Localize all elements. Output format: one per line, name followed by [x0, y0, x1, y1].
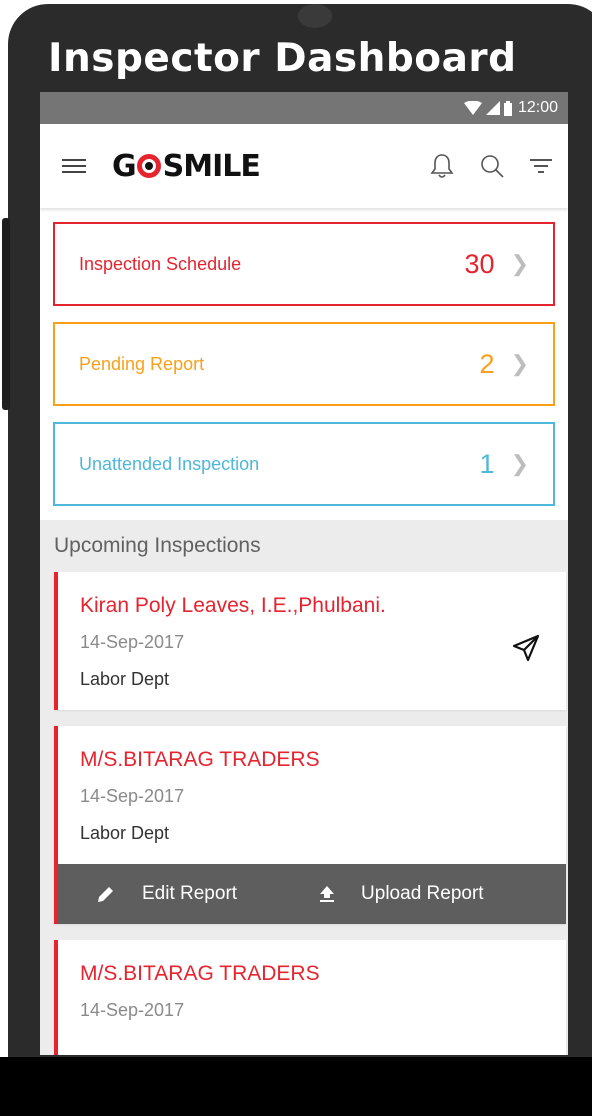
pending-report-card[interactable]: Pending Report 2 ❯ [53, 322, 555, 406]
speaker-grille [298, 4, 332, 28]
menu-icon[interactable] [62, 156, 86, 176]
chevron-right-icon: ❯ [510, 351, 529, 376]
summary-section: Inspection Schedule 30 ❯ Pending Report … [40, 208, 568, 520]
app-screen: 12:00 G SMILE Inspection Schedule 30 ❯ P… [40, 92, 568, 1055]
inspection-actions: Edit Report Upload Report [58, 864, 566, 924]
inspection-schedule-card[interactable]: Inspection Schedule 30 ❯ [53, 222, 555, 306]
inspection-name: M/S.BITARAG TRADERS [80, 748, 320, 771]
chevron-right-icon: ❯ [510, 251, 529, 276]
bell-icon[interactable] [430, 153, 454, 179]
upload-icon [320, 886, 335, 902]
summary-label: Inspection Schedule [79, 253, 242, 274]
pencil-icon [98, 887, 113, 902]
summary-label: Pending Report [79, 353, 205, 374]
inspection-date: 14-Sep-2017 [80, 786, 185, 806]
edit-report-label: Edit Report [142, 883, 238, 904]
summary-count: 1 [479, 448, 495, 479]
chevron-right-icon: ❯ [510, 451, 529, 476]
inspection-name: Kiran Poly Leaves, I.E.,Phulbani. [80, 594, 386, 617]
summary-count: 30 [464, 248, 495, 279]
search-icon[interactable] [480, 154, 504, 178]
filter-icon[interactable] [530, 158, 552, 174]
inspection-card[interactable]: M/S.BITARAG TRADERS 14-Sep-2017 Labor De… [54, 726, 566, 924]
unattended-inspection-card[interactable]: Unattended Inspection 1 ❯ [53, 422, 555, 506]
app-bar: G SMILE [40, 124, 568, 208]
upcoming-inspections-title: Upcoming Inspections [54, 534, 261, 557]
edit-report-button[interactable]: Edit Report [96, 883, 237, 905]
inspection-card[interactable]: M/S.BITARAG TRADERS 14-Sep-2017 [54, 940, 566, 1055]
send-icon[interactable] [512, 634, 540, 662]
inspection-date: 14-Sep-2017 [80, 1000, 185, 1020]
upload-report-button[interactable]: Upload Report [319, 883, 484, 905]
side-button [2, 218, 10, 410]
page-heading: Inspector Dashboard [48, 36, 517, 81]
inspection-dept: Labor Dept [80, 669, 170, 689]
battery-icon [503, 100, 512, 116]
signal-icon [485, 101, 500, 115]
phone-bottom-bezel [0, 1057, 592, 1116]
inspection-card[interactable]: Kiran Poly Leaves, I.E.,Phulbani. 14-Sep… [54, 572, 566, 710]
upload-report-label: Upload Report [361, 883, 484, 904]
status-time: 12:00 [517, 99, 558, 116]
app-logo: G SMILE [112, 148, 261, 184]
summary-label: Unattended Inspection [79, 453, 260, 474]
inspection-name: M/S.BITARAG TRADERS [80, 962, 320, 985]
wifi-icon [463, 101, 482, 115]
summary-count: 2 [479, 348, 495, 379]
inspection-dept: Labor Dept [80, 823, 170, 843]
inspection-date: 14-Sep-2017 [80, 632, 185, 652]
status-bar: 12:00 [40, 92, 568, 124]
